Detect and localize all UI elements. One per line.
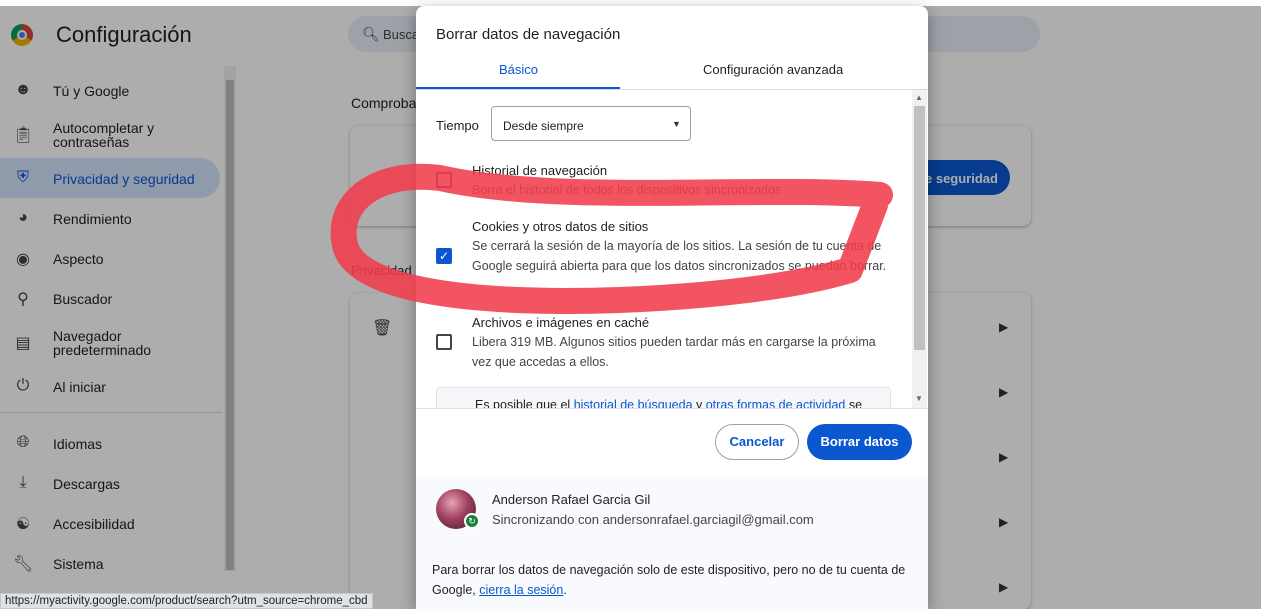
tab-configuracion-avanzada[interactable]: Configuración avanzada (703, 62, 843, 77)
sync-icon: ↻ (464, 513, 480, 529)
item-desc-cache: Libera 319 MB. Algunos sitios pueden tar… (472, 335, 876, 369)
clear-browsing-data-dialog: Borrar datos de navegación Básico Config… (416, 6, 928, 609)
account-name: Anderson Rafael Garcia Gil (492, 492, 651, 507)
clear-data-button[interactable]: Borrar datos (807, 424, 912, 460)
note-mid: y (692, 398, 706, 408)
item-title-historial: Historial de navegación (472, 163, 608, 178)
item-title-cookies: Cookies y otros datos de sitios (472, 219, 649, 234)
checkbox-historial[interactable] (436, 172, 452, 188)
link-otras-formas-actividad[interactable]: otras formas de actividad (706, 398, 846, 408)
item-title-cache: Archivos e imágenes en caché (472, 315, 650, 330)
note-suffix: se (845, 398, 863, 408)
account-sync-status: Sincronizando con andersonrafael.garciag… (492, 512, 814, 527)
sign-out-note-suffix: . (563, 583, 567, 597)
sign-out-note: Para borrar los datos de navegación solo… (432, 560, 912, 600)
checkmark-icon: ✓ (438, 249, 450, 263)
link-historial-busqueda[interactable]: historial de búsqueda (574, 398, 693, 408)
dialog-content: Tiempo Desde siempre ▼ Historial de nave… (416, 90, 928, 408)
status-bar-url: https://myactivity.google.com/product/se… (0, 593, 373, 609)
cancel-button[interactable]: Cancelar (715, 424, 799, 460)
checkbox-cache[interactable] (436, 334, 452, 350)
note-prefix: Es posible que el (475, 398, 574, 408)
scroll-down-icon[interactable]: ▼ (915, 394, 923, 403)
item-desc-cookies: Se cerrará la sesión de la mayoría de lo… (472, 239, 887, 273)
time-range-value: Desde siempre (503, 119, 584, 133)
account-section: ↻ Anderson Rafael Garcia Gil Sincronizan… (416, 476, 928, 609)
dialog-scrollbar-thumb[interactable] (914, 106, 925, 350)
tab-basico[interactable]: Básico (499, 62, 538, 77)
footer-divider (416, 408, 928, 409)
dialog-title: Borrar datos de navegación (436, 26, 621, 43)
search-history-note: Es posible que el historial de búsqueda … (436, 387, 891, 408)
checkbox-cookies[interactable]: ✓ (436, 248, 452, 264)
note-text: Es posible que el historial de búsqueda … (475, 398, 862, 408)
time-range-label: Tiempo (436, 118, 479, 133)
chevron-down-icon: ▼ (672, 119, 681, 129)
sign-out-link[interactable]: cierra la sesión (479, 583, 563, 597)
scroll-up-icon[interactable]: ▲ (915, 93, 923, 102)
item-desc-historial: Borra el historial de todos los disposit… (472, 183, 782, 197)
time-range-select[interactable]: Desde siempre ▼ (491, 106, 691, 141)
